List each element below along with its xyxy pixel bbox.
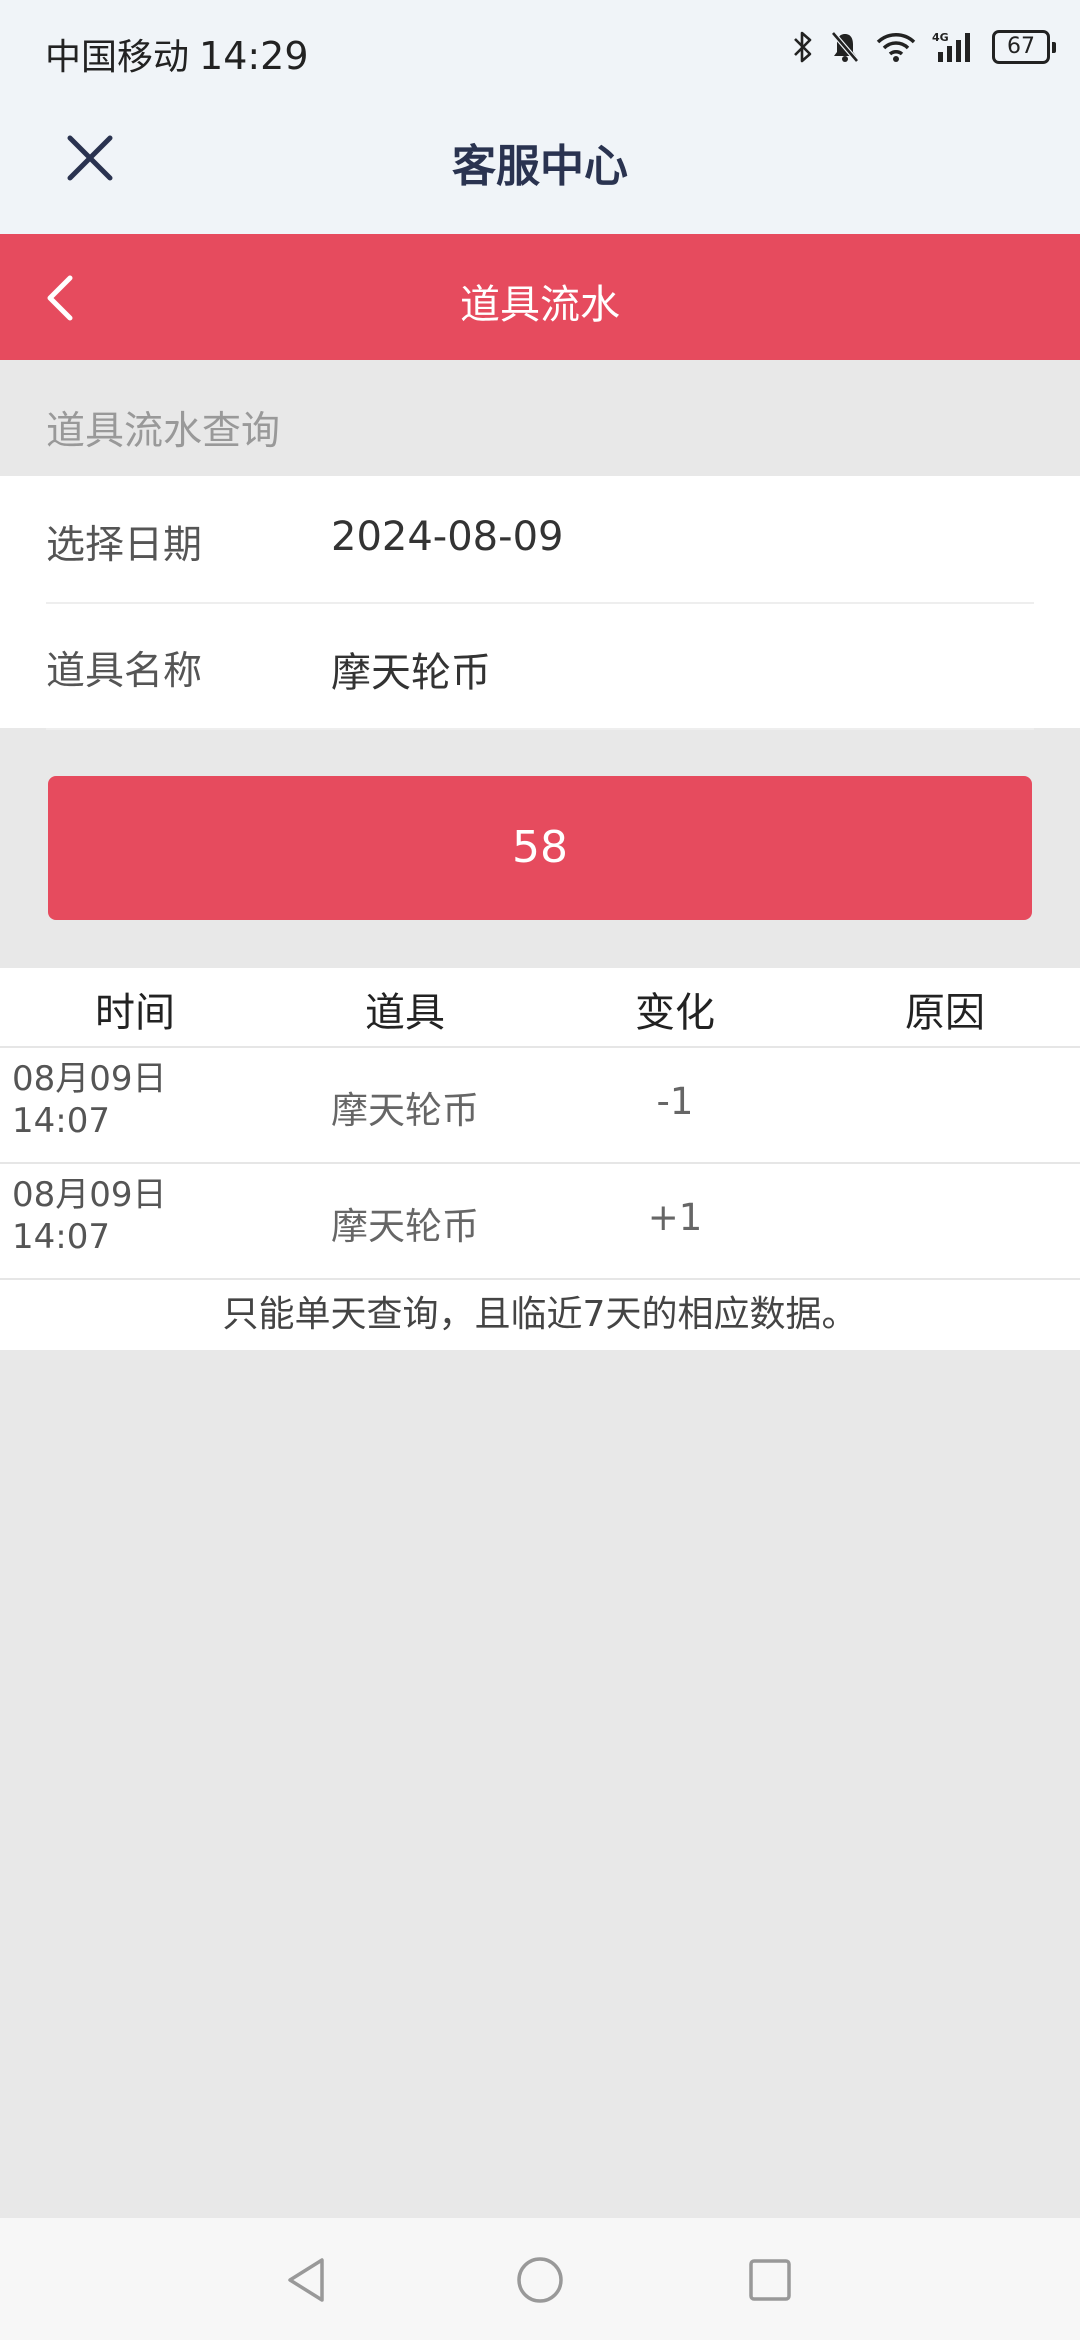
query-note: 只能单天查询，且临近7天的相应数据。 [222,1294,858,1335]
top-area: 中国移动 14:29 4G 67 客服中心 [0,0,1080,234]
section-label: 道具流水查询 [46,409,281,454]
wifi-icon [876,31,916,63]
date-value[interactable]: 2024-08-09 [331,514,563,560]
column-header-reason: 原因 [905,990,985,1036]
row-item: 摩天轮币 [331,1089,479,1132]
date-label: 选择日期 [46,523,203,568]
query-button[interactable]: 58 [48,776,1032,920]
battery-level: 67 [992,30,1050,64]
table-header: 时间 道具 变化 原因 [0,968,1080,1048]
back-triangle-icon[interactable] [282,2254,334,2306]
query-form: 选择日期 2024-08-09 道具名称 摩天轮币 [0,476,1080,730]
home-circle-icon[interactable] [514,2254,566,2306]
item-selector[interactable]: 道具名称 摩天轮币 [46,602,1034,730]
toolbar-title: 道具流水 [460,282,620,328]
date-selector[interactable]: 选择日期 2024-08-09 [46,476,1034,604]
column-header-item: 道具 [365,990,445,1036]
recent-square-icon[interactable] [744,2254,796,2306]
system-nav-bar [0,2218,1080,2340]
status-time: 14:29 [199,34,309,78]
network-type: 4G [932,31,949,44]
row-time: 14:07 [12,1217,110,1257]
table-row: 08月09日 14:07 摩天轮币 -1 [0,1048,1080,1164]
status-left: 中国移动 14:29 [45,28,309,80]
battery-icon: 67 [992,30,1056,64]
carrier-name: 中国移动 [45,37,190,78]
column-header-time: 时间 [95,990,175,1036]
status-bar: 中国移动 14:29 4G 67 [0,0,1080,100]
row-time: 14:07 [12,1101,110,1141]
column-header-change: 变化 [635,990,715,1036]
row-date: 08月09日 [12,1175,167,1215]
item-flow-toolbar: 道具流水 [0,234,1080,360]
item-flow-table: 时间 道具 变化 原因 08月09日 14:07 摩天轮币 -1 08月09日 … [0,968,1080,1350]
signal-icon: 4G [932,30,976,64]
item-name-label: 道具名称 [46,649,203,694]
item-name-value[interactable]: 摩天轮币 [331,640,491,698]
row-date: 08月09日 [12,1059,167,1099]
status-icons: 4G 67 [792,30,1056,64]
row-time-cell: 08月09日 14:07 [12,1174,167,1258]
row-change: -1 [656,1080,694,1123]
customer-service-header: 客服中心 [0,100,1080,234]
row-item: 摩天轮币 [331,1205,479,1248]
bluetooth-icon [792,30,814,64]
row-change: +1 [647,1196,703,1239]
row-time-cell: 08月09日 14:07 [12,1058,167,1142]
mute-icon [830,30,860,64]
page-title: 客服中心 [452,141,628,192]
table-row: 08月09日 14:07 摩天轮币 +1 [0,1164,1080,1280]
